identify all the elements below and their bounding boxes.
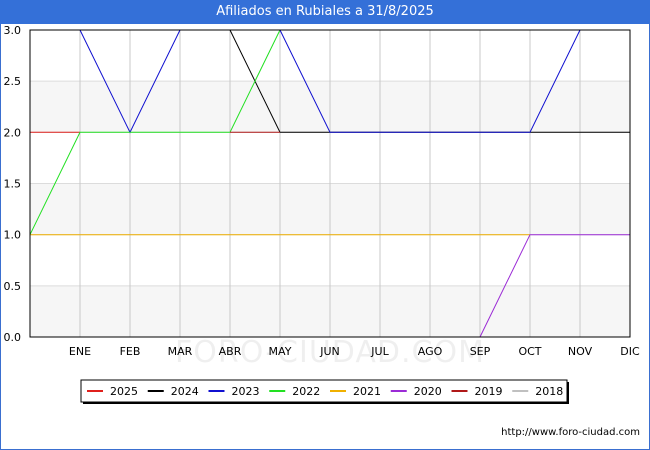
legend-label-2022: 2022	[292, 385, 320, 398]
x-tick-label: OCT	[518, 345, 541, 358]
legend-label-2021: 2021	[353, 385, 381, 398]
legend-label-2024: 2024	[171, 385, 199, 398]
x-tick-label: SEP	[470, 345, 491, 358]
y-tick-label: 1.5	[4, 178, 22, 191]
x-tick-label: JUL	[370, 345, 389, 358]
x-tick-label: ENE	[69, 345, 91, 358]
y-tick-label: 0.0	[4, 331, 22, 344]
legend-label-2025: 2025	[110, 385, 138, 398]
x-tick-label: MAY	[269, 345, 292, 358]
y-tick-label: 2.5	[4, 75, 22, 88]
x-tick-label: ABR	[219, 345, 242, 358]
legend-label-2019: 2019	[475, 385, 503, 398]
x-tick-label: DIC	[620, 345, 640, 358]
x-tick-label: JUN	[319, 345, 340, 358]
legend-label-2020: 2020	[414, 385, 442, 398]
y-tick-label: 3.0	[4, 24, 22, 37]
y-axis-ticks: 0.0 0.5 1.0 1.5 2.0 2.5 3.0	[4, 24, 22, 344]
x-tick-label: FEB	[120, 345, 141, 358]
legend-label-2018: 2018	[535, 385, 563, 398]
y-tick-label: 0.5	[4, 280, 22, 293]
x-tick-label: MAR	[168, 345, 193, 358]
legend: 2025 2024 2023 2022 2021 2020 2019 2018	[80, 379, 569, 404]
y-tick-label: 1.0	[4, 229, 22, 242]
line-chart: FORO-CIUDAD.COM 0.00.51.01.52.02.53.0 EN…	[4, 24, 640, 404]
x-tick-label: NOV	[568, 345, 593, 358]
y-tick-label: 2.0	[4, 126, 22, 139]
legend-label-2023: 2023	[232, 385, 260, 398]
source-url: http://www.foro-ciudad.com	[501, 427, 640, 438]
x-tick-label: AGO	[418, 345, 443, 358]
